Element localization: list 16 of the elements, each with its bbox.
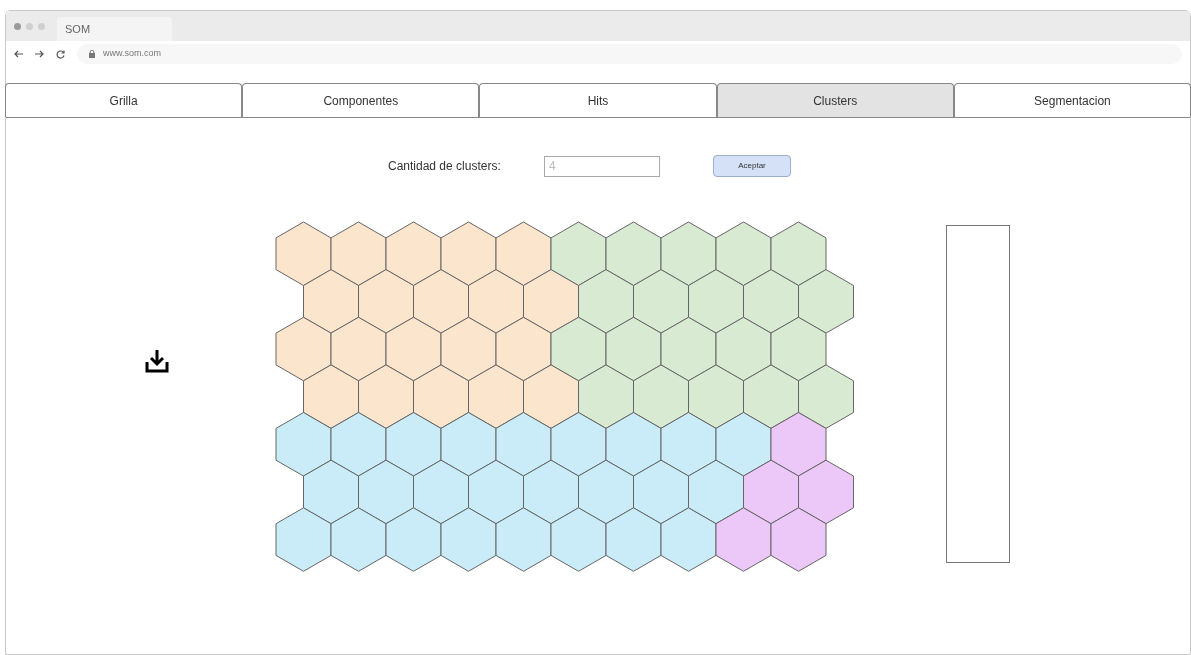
clusters-input[interactable]: 4 — [544, 155, 660, 177]
tab[interactable]: Grilla — [5, 83, 243, 117]
clusters-label: Cantidad de clusters: — [388, 158, 502, 175]
browser-tab[interactable]: SOM — [57, 17, 172, 41]
tab[interactable]: Clusters — [716, 83, 954, 117]
accept-button[interactable]: Aceptar — [713, 155, 791, 177]
back-icon[interactable] — [14, 50, 23, 58]
tab[interactable]: Componentes — [242, 83, 480, 117]
download-icon[interactable] — [144, 348, 170, 374]
lock-icon — [89, 50, 95, 58]
forward-icon[interactable] — [35, 50, 44, 58]
tab[interactable]: Hits — [479, 83, 717, 117]
url-text: www.som.com — [103, 47, 161, 61]
tab[interactable]: Segmentacion — [953, 83, 1191, 117]
address-bar[interactable]: www.som.com — [77, 44, 1182, 64]
reload-icon[interactable] — [56, 49, 65, 59]
